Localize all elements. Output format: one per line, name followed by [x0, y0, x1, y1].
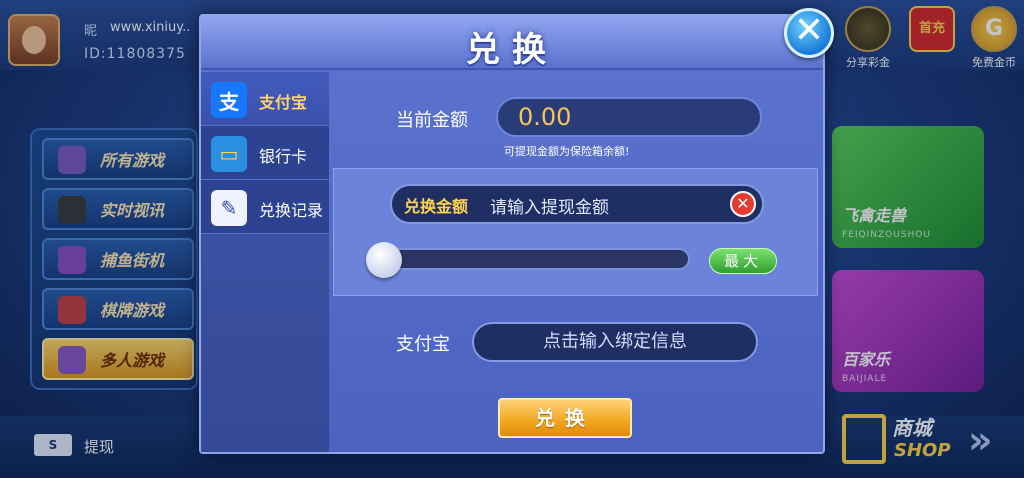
record-icon: ✎	[211, 190, 247, 226]
max-button[interactable]: 最大	[709, 248, 777, 274]
clear-icon[interactable]: ✕	[730, 191, 756, 217]
current-amount-label: 当前金额	[396, 110, 468, 131]
withdraw-hint: 可提现金额为保险箱余额!	[504, 145, 630, 158]
alipay-icon: 支	[211, 82, 247, 118]
tab-label: 支付宝	[259, 93, 308, 112]
tab-label: 银行卡	[259, 147, 308, 166]
amount-slider-handle[interactable]	[366, 242, 402, 278]
current-amount-value: 0.00	[518, 103, 572, 131]
dialog-title: 兑换	[466, 30, 558, 70]
close-icon[interactable]: ✕	[784, 8, 834, 58]
bank-card-icon: ▭	[211, 136, 247, 172]
tab-alipay[interactable]: 支 支付宝	[201, 72, 329, 126]
tab-label: 兑换记录	[259, 201, 324, 220]
exchange-submit-button[interactable]: 兑换	[498, 398, 632, 438]
exchange-amount-label: 兑换金额	[404, 197, 469, 216]
dialog-header: 兑换	[201, 16, 823, 70]
bind-info-input[interactable]: 点击输入绑定信息	[472, 322, 758, 362]
alipay-account-label: 支付宝	[396, 334, 450, 355]
amount-slider-track[interactable]	[372, 248, 690, 270]
exchange-amount-placeholder[interactable]: 请输入提现金额	[490, 193, 609, 218]
dialog-tab-sidebar: 支 支付宝 ▭ 银行卡 ✎ 兑换记录	[201, 72, 329, 452]
tab-exchange-record[interactable]: ✎ 兑换记录	[201, 180, 329, 234]
tab-bank-card[interactable]: ▭ 银行卡	[201, 126, 329, 180]
